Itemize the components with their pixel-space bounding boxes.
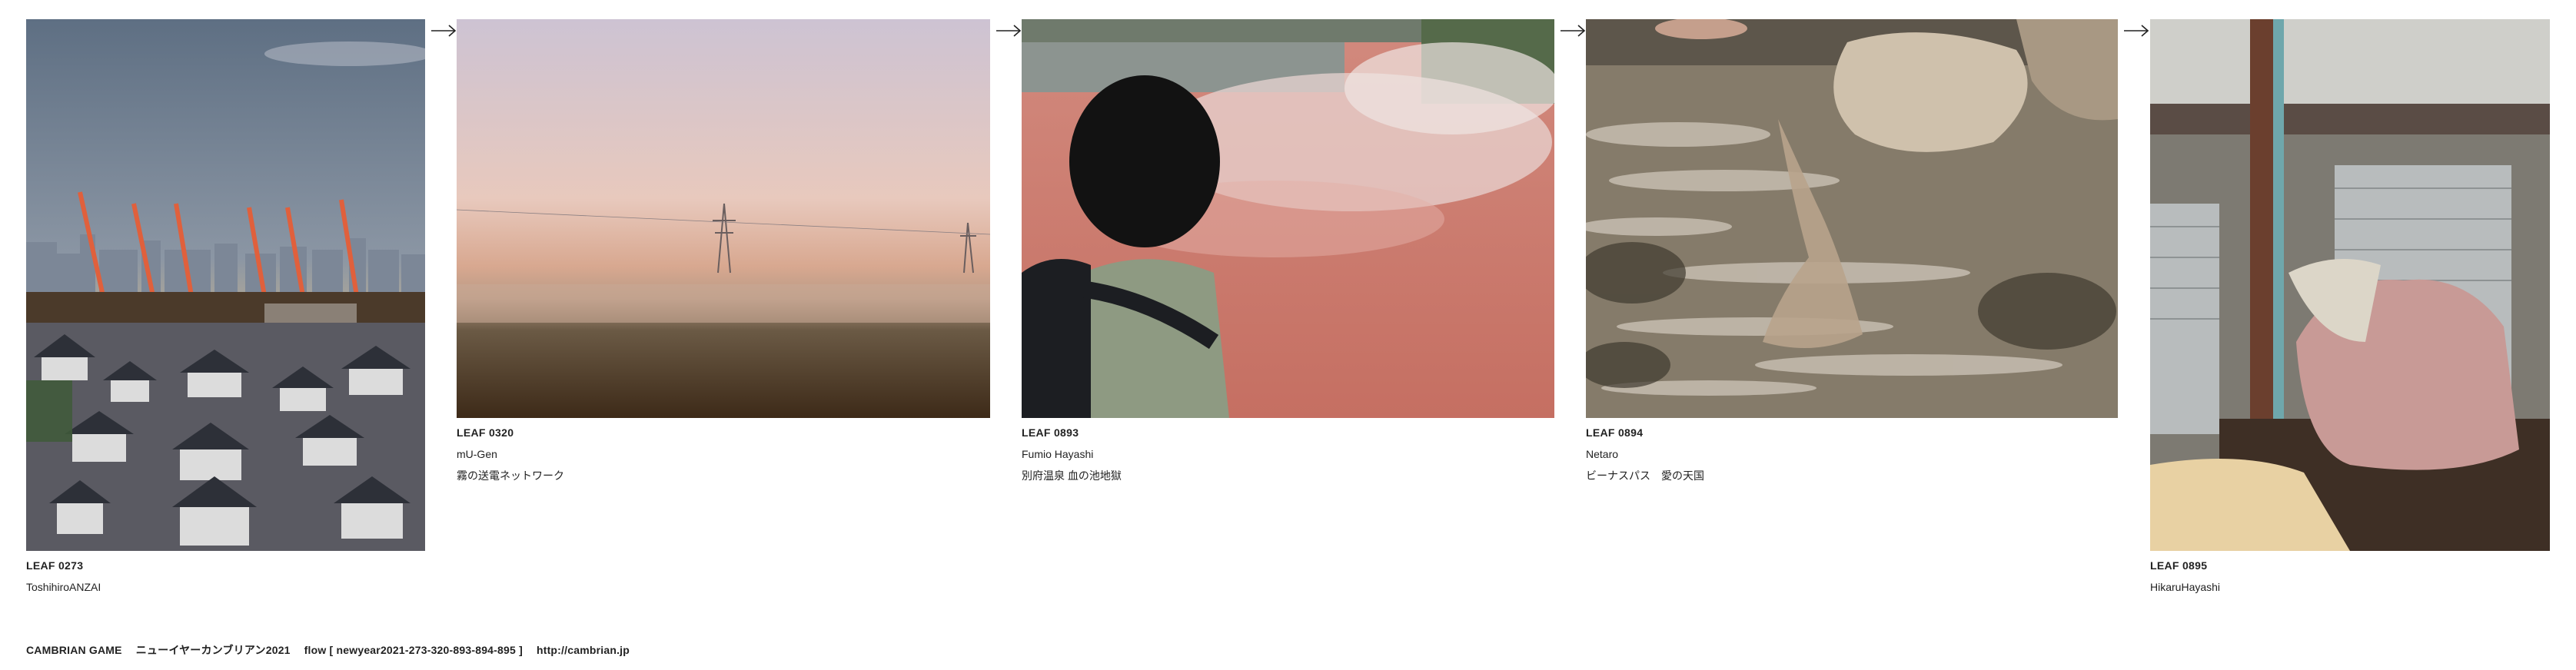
- arrow-right-icon: [1561, 25, 1586, 37]
- footer-flow: flow [ newyear2021-273-320-893-894-895 ]: [304, 644, 523, 656]
- leaf-id: LEAF 0273: [26, 559, 84, 572]
- leaf-0273-photo[interactable]: [26, 19, 425, 551]
- leaf-id: LEAF 0893: [1022, 426, 1079, 439]
- leaf-author[interactable]: HikaruHayashi: [2150, 576, 2220, 598]
- leaf-0894-caption: LEAF 0894 Netaro ビーナスパス 愛の天国: [1586, 422, 1704, 486]
- leaf-0893-photo[interactable]: [1022, 19, 1554, 418]
- leaf-author[interactable]: mU-Gen: [457, 443, 564, 465]
- leaf-author[interactable]: Fumio Hayashi: [1022, 443, 1122, 465]
- leaf-0273-caption: LEAF 0273 ToshihiroANZAI: [26, 555, 101, 598]
- leaf-author[interactable]: ToshihiroANZAI: [26, 576, 101, 598]
- leaf-author[interactable]: Netaro: [1586, 443, 1704, 465]
- leaf-0895-caption: LEAF 0895 HikaruHayashi: [2150, 555, 2220, 598]
- footer: CAMBRIAN GAME ニューイヤーカンブリアン2021 flow [ newy…: [26, 642, 630, 658]
- leaf-0894-photo[interactable]: [1586, 19, 2118, 418]
- footer-site-link[interactable]: http://cambrian.jp: [537, 644, 630, 656]
- leaf-0895-photo[interactable]: [2150, 19, 2550, 551]
- leaf-0320-photo[interactable]: [457, 19, 990, 418]
- leaf-0893-caption: LEAF 0893 Fumio Hayashi 別府温泉 血の池地獄: [1022, 422, 1122, 486]
- footer-game-name: CAMBRIAN GAME: [26, 644, 122, 656]
- arrow-right-icon: [431, 25, 457, 37]
- leaf-title: 別府温泉 血の池地獄: [1022, 469, 1122, 482]
- leaf-id: LEAF 0895: [2150, 559, 2208, 572]
- leaf-id: LEAF 0894: [1586, 426, 1644, 439]
- arrow-right-icon: [996, 25, 1022, 37]
- leaf-id: LEAF 0320: [457, 426, 514, 439]
- leaf-title: 霧の送電ネットワーク: [457, 469, 564, 482]
- leaf-title: ビーナスパス 愛の天国: [1586, 469, 1704, 482]
- leaf-0320-caption: LEAF 0320 mU-Gen 霧の送電ネットワーク: [457, 422, 564, 486]
- arrow-right-icon: [2124, 25, 2149, 37]
- footer-event-name: ニューイヤーカンブリアン2021: [135, 644, 291, 656]
